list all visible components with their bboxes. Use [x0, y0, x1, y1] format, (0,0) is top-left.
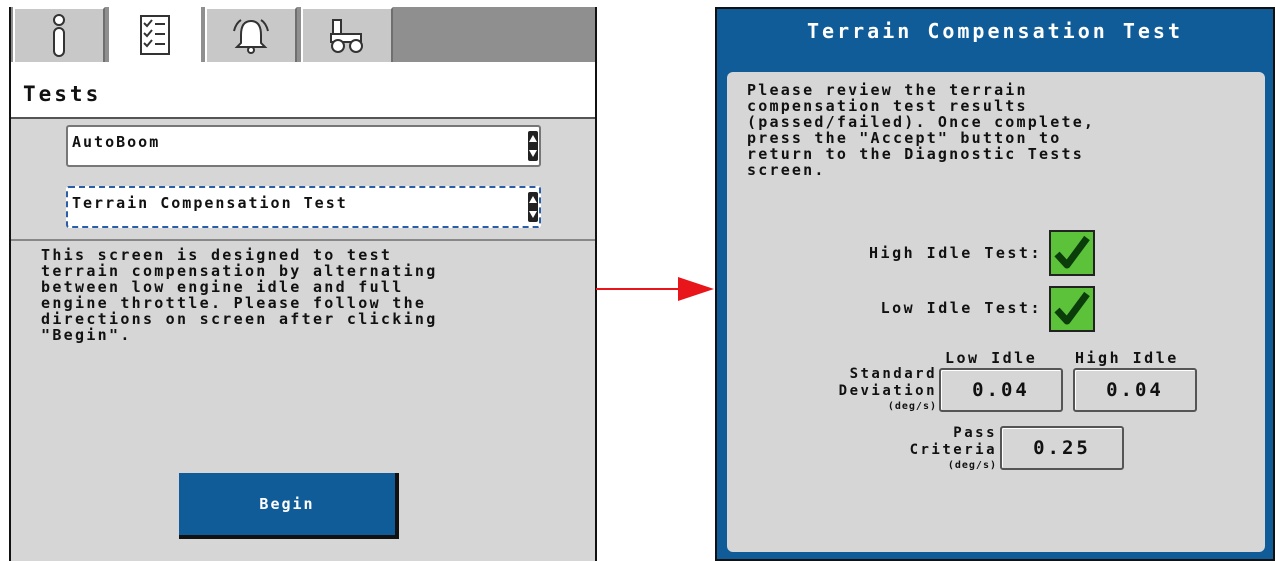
test-select[interactable]: Terrain Compensation Test — [66, 186, 541, 228]
spinner-arrows-icon[interactable] — [528, 192, 538, 222]
low-idle-column-header: Low Idle — [945, 349, 1038, 367]
pass-criteria-value: 0.25 — [1000, 426, 1124, 470]
std-dev-label-line2: Deviation — [838, 383, 937, 399]
spinner-arrows-icon[interactable] — [528, 131, 538, 161]
pass-criteria-label-line2: Criteria — [909, 442, 997, 458]
dialog-instructions: Please review the terrain compensation t… — [747, 81, 1096, 179]
pass-criteria-label-line1: Pass — [953, 425, 997, 441]
arrow-right-icon — [596, 277, 714, 301]
checklist-icon — [140, 15, 170, 56]
standard-deviation-label: Standard Deviation (deg/s) — [777, 366, 937, 413]
test-description: This screen is designed to test terrain … — [41, 246, 438, 344]
pass-criteria-unit: (deg/s) — [947, 460, 997, 471]
system-select[interactable]: AutoBoom — [66, 125, 541, 167]
high-idle-pass-checkmark — [1049, 230, 1095, 276]
tab-info[interactable] — [13, 7, 105, 62]
test-select-value: Terrain Compensation Test — [72, 194, 348, 212]
tab-bar — [11, 7, 595, 71]
terrain-compensation-dialog: Terrain Compensation Test Please review … — [715, 7, 1275, 561]
std-dev-label-line1: Standard — [849, 366, 937, 382]
divider — [11, 239, 595, 241]
page-header: Tests — [11, 62, 595, 119]
dialog-title: Terrain Compensation Test — [806, 19, 1184, 43]
std-dev-high-idle-value: 0.04 — [1073, 368, 1197, 412]
high-idle-column-header: High Idle — [1075, 349, 1179, 367]
begin-button[interactable]: Begin — [179, 473, 399, 539]
low-idle-test-label: Low Idle Test: — [880, 299, 1042, 317]
dialog-body: Please review the terrain compensation t… — [727, 72, 1265, 552]
pass-criteria-label: Pass Criteria (deg/s) — [827, 425, 997, 472]
checkmark-icon — [1054, 291, 1090, 325]
machine-icon — [330, 18, 363, 53]
tab-machine[interactable] — [301, 7, 393, 62]
std-dev-unit: (deg/s) — [887, 401, 937, 412]
std-dev-low-idle-value: 0.04 — [939, 368, 1063, 412]
low-idle-pass-checkmark — [1049, 286, 1095, 332]
system-select-value: AutoBoom — [72, 133, 161, 151]
alarm-bell-icon — [233, 18, 269, 54]
tests-screen: Tests AutoBoom Terrain Compensation Test… — [9, 7, 597, 561]
tab-alarms[interactable] — [205, 7, 297, 62]
checkmark-icon — [1054, 235, 1090, 269]
info-icon — [53, 13, 65, 57]
high-idle-test-label: High Idle Test: — [869, 244, 1042, 262]
page-title: Tests — [23, 82, 102, 106]
